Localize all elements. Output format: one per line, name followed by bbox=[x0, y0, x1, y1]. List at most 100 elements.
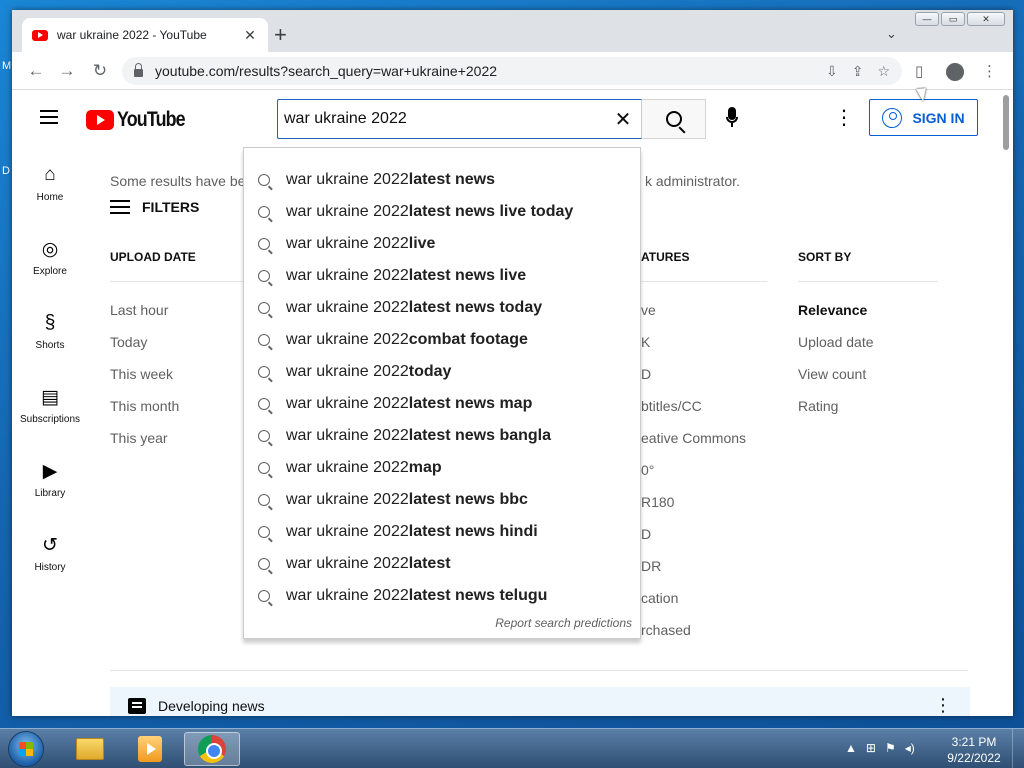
suggestion-item[interactable]: war ukraine 2022 combat footage bbox=[244, 324, 640, 356]
youtube-favicon-icon bbox=[32, 29, 48, 41]
sign-in-button[interactable]: SIGN IN bbox=[869, 99, 978, 136]
subscriptions-icon: ▤ bbox=[41, 386, 59, 408]
clock-time: 3:21 PM bbox=[951, 735, 997, 749]
filters-button[interactable]: FILTERS bbox=[110, 198, 199, 216]
suggestion-item[interactable]: war ukraine 2022 map bbox=[244, 452, 640, 484]
taskbar-chrome[interactable] bbox=[184, 732, 240, 766]
suggestion-completion: latest news bbox=[408, 171, 496, 188]
taskbar-explorer[interactable] bbox=[62, 732, 118, 766]
suggestion-search-icon bbox=[258, 398, 270, 410]
maximize-button[interactable]: ▭ bbox=[941, 12, 965, 26]
filter-sliders-icon bbox=[110, 198, 130, 216]
clear-search-icon[interactable]: ✕ bbox=[611, 107, 635, 132]
sort-upload-date[interactable]: Upload date bbox=[798, 334, 874, 350]
suggestion-item[interactable]: war ukraine 2022 latest news telugu bbox=[244, 580, 640, 612]
install-app-icon[interactable]: ⇩ bbox=[826, 63, 838, 80]
lock-icon[interactable] bbox=[134, 63, 143, 77]
reload-icon[interactable]: ↻ bbox=[90, 61, 110, 81]
suggestion-item[interactable]: war ukraine 2022 latest news bbc bbox=[244, 484, 640, 516]
search-button[interactable] bbox=[642, 99, 706, 139]
scrollbar-thumb[interactable] bbox=[1003, 95, 1009, 150]
suggestion-item[interactable]: war ukraine 2022 latest bbox=[244, 548, 640, 580]
guide-item-library[interactable]: ▶ Library bbox=[12, 442, 88, 516]
shelf-more-icon[interactable]: ⋮ bbox=[934, 695, 952, 716]
taskbar-media-player[interactable] bbox=[122, 732, 178, 766]
show-desktop-button[interactable] bbox=[1012, 729, 1024, 768]
close-window-button[interactable]: ✕ bbox=[967, 12, 1005, 26]
search-input[interactable] bbox=[284, 110, 611, 128]
filter-feature[interactable]: eative Commons bbox=[641, 430, 746, 446]
sort-relevance[interactable]: Relevance bbox=[798, 302, 867, 318]
suggestion-item[interactable]: war ukraine 2022 latest news live today bbox=[244, 196, 640, 228]
side-panel-icon[interactable]: ▯ bbox=[915, 62, 923, 80]
filter-feature[interactable]: K bbox=[641, 334, 650, 350]
clock[interactable]: 3:21 PM 9/22/2022 bbox=[940, 734, 1008, 766]
suggestion-item[interactable]: war ukraine 2022 latest news bangla bbox=[244, 420, 640, 452]
voice-search-mic-icon[interactable] bbox=[722, 107, 742, 131]
filter-last-hour[interactable]: Last hour bbox=[110, 302, 168, 318]
filter-feature[interactable]: D bbox=[641, 526, 651, 542]
filter-this-month[interactable]: This month bbox=[110, 398, 179, 414]
desktop-icon-label-1[interactable]: M bbox=[2, 60, 12, 72]
filter-feature[interactable]: ve bbox=[641, 302, 656, 318]
report-predictions-link[interactable]: Report search predictions bbox=[495, 616, 632, 630]
library-icon: ▶ bbox=[42, 460, 58, 482]
action-center-flag-icon[interactable]: ⚑ bbox=[885, 741, 896, 755]
settings-more-icon[interactable]: ⋮ bbox=[834, 108, 854, 128]
chrome-menu-icon[interactable]: ⋮ bbox=[982, 62, 997, 80]
guide-item-history[interactable]: ↺ History bbox=[12, 516, 88, 590]
filter-feature[interactable]: rchased bbox=[641, 622, 691, 638]
hamburger-menu-icon[interactable] bbox=[40, 110, 58, 124]
youtube-page: YouTube ✕ ⋮ SIGN IN ⌂ Home bbox=[12, 90, 999, 716]
desktop-icon-label-2[interactable]: D bbox=[2, 165, 12, 177]
sort-view-count[interactable]: View count bbox=[798, 366, 866, 382]
youtube-logo[interactable]: YouTube bbox=[86, 108, 197, 132]
tray-expand-icon[interactable]: ▲ bbox=[845, 741, 857, 755]
volume-icon[interactable]: ◂) bbox=[905, 741, 915, 755]
suggestion-item[interactable]: war ukraine 2022 today bbox=[244, 356, 640, 388]
bookmark-star-icon[interactable]: ☆ bbox=[877, 63, 890, 80]
suggestion-item[interactable]: war ukraine 2022 latest news map bbox=[244, 388, 640, 420]
filter-today[interactable]: Today bbox=[110, 334, 147, 350]
back-arrow-icon[interactable]: ← bbox=[26, 61, 46, 81]
filter-feature[interactable]: DR bbox=[641, 558, 661, 574]
youtube-logo-text: YouTube bbox=[117, 108, 186, 131]
forward-arrow-icon[interactable]: → bbox=[57, 61, 77, 81]
media-player-icon bbox=[138, 736, 162, 762]
filter-feature[interactable]: 0° bbox=[641, 462, 654, 478]
guide-item-shorts[interactable]: § Shorts bbox=[12, 294, 88, 368]
filter-this-week[interactable]: This week bbox=[110, 366, 173, 382]
tab-youtube[interactable]: war ukraine 2022 - YouTube ✕ bbox=[22, 18, 268, 52]
url-text[interactable]: youtube.com/results?search_query=war+ukr… bbox=[155, 63, 812, 79]
share-icon[interactable]: ⇪ bbox=[852, 63, 864, 80]
suggestion-completion: latest news map bbox=[408, 395, 533, 412]
guide-item-explore[interactable]: ◎ Explore bbox=[12, 220, 88, 294]
guide-item-home[interactable]: ⌂ Home bbox=[12, 146, 88, 220]
suggestion-search-icon bbox=[258, 334, 270, 346]
start-button[interactable] bbox=[8, 731, 44, 767]
filter-feature[interactable]: cation bbox=[641, 590, 678, 606]
suggestion-item[interactable]: war ukraine 2022 latest news today bbox=[244, 292, 640, 324]
guide-item-subscriptions[interactable]: ▤ Subscriptions bbox=[12, 368, 88, 442]
filter-feature[interactable]: btitles/CC bbox=[641, 398, 702, 414]
profile-avatar-icon[interactable] bbox=[946, 63, 964, 81]
filter-this-year[interactable]: This year bbox=[110, 430, 168, 446]
minimize-button[interactable]: — bbox=[915, 12, 939, 26]
filter-feature[interactable]: R180 bbox=[641, 494, 674, 510]
suggestion-item[interactable]: war ukraine 2022 live bbox=[244, 228, 640, 260]
suggestion-completion: latest news bangla bbox=[408, 427, 552, 444]
address-bar[interactable]: youtube.com/results?search_query=war+ukr… bbox=[122, 57, 902, 85]
tab-close-icon[interactable]: ✕ bbox=[242, 27, 258, 44]
suggestion-item[interactable]: war ukraine 2022 latest news bbox=[244, 164, 640, 196]
section-divider bbox=[110, 670, 968, 671]
sort-rating[interactable]: Rating bbox=[798, 398, 838, 414]
new-tab-button[interactable]: + bbox=[274, 24, 287, 46]
suggestion-item[interactable]: war ukraine 2022 latest news hindi bbox=[244, 516, 640, 548]
page-scrollbar[interactable] bbox=[999, 90, 1013, 716]
filter-feature[interactable]: D bbox=[641, 366, 651, 382]
sign-in-label: SIGN IN bbox=[912, 109, 965, 126]
network-icon[interactable]: ⊞ bbox=[866, 741, 876, 755]
developing-news-shelf[interactable]: Developing news ⋮ bbox=[110, 687, 970, 716]
suggestion-item[interactable]: war ukraine 2022 latest news live bbox=[244, 260, 640, 292]
tab-search-chevron-icon[interactable]: ⌄ bbox=[886, 26, 897, 42]
